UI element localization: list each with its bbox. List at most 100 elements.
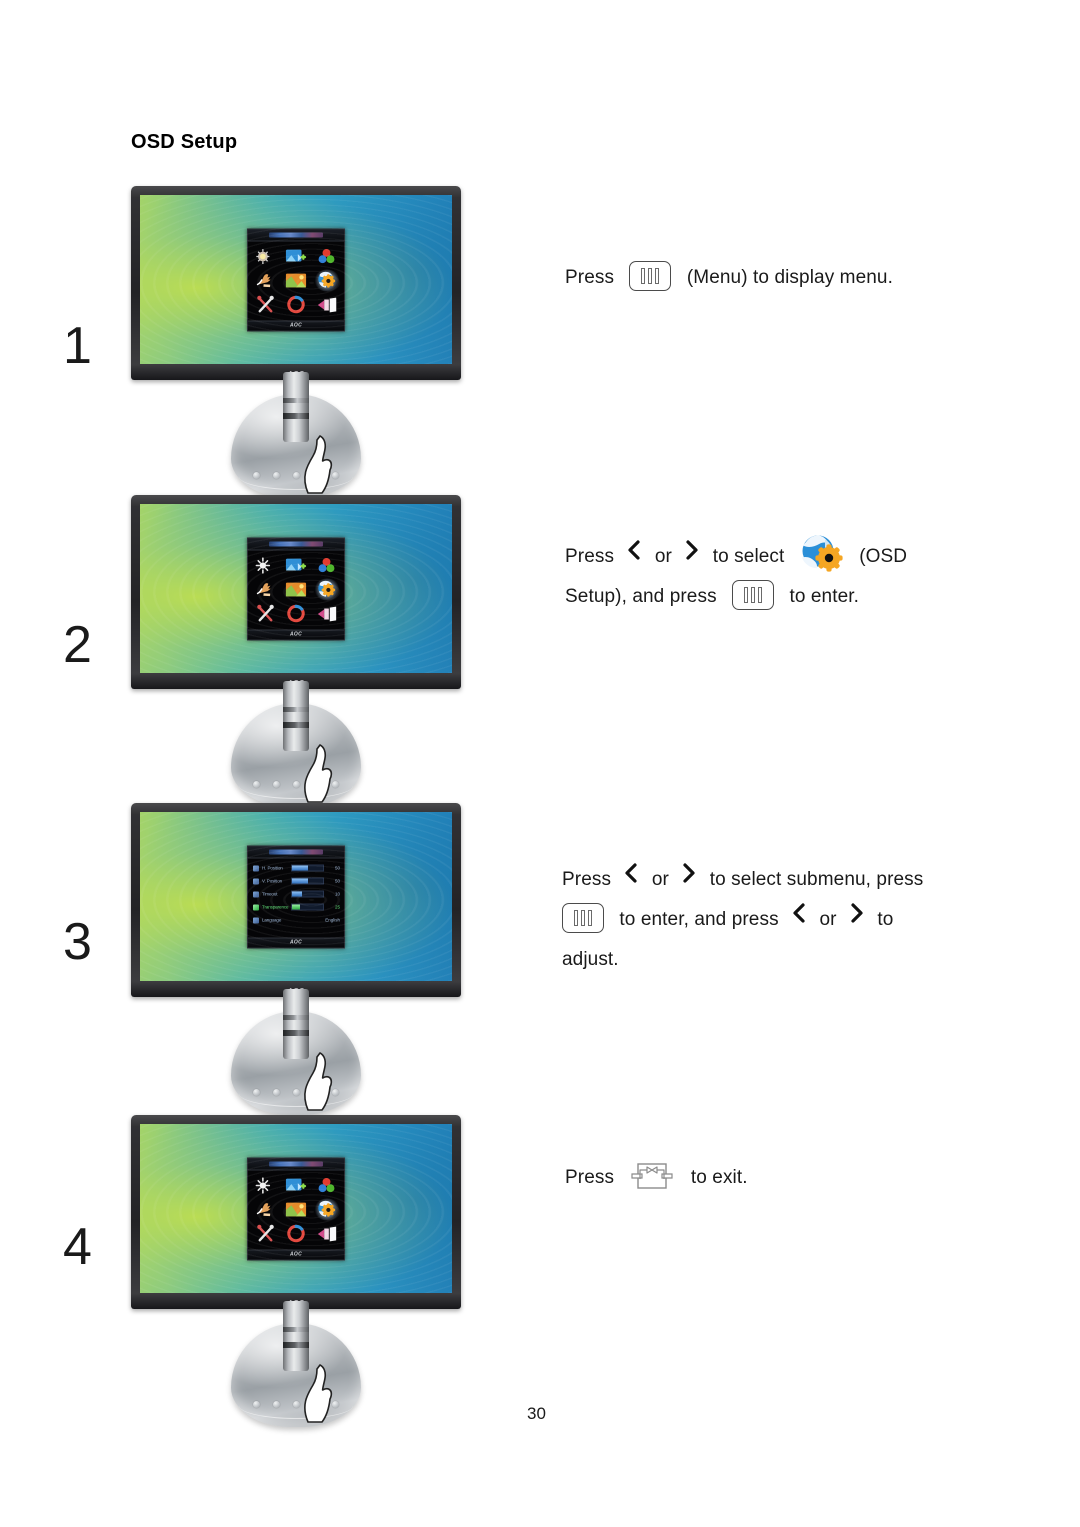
row-icon: [253, 878, 259, 884]
osd-cell-luminance[interactable]: [252, 1174, 278, 1196]
step-number-2: 2: [63, 616, 92, 674]
menu-key-icon[interactable]: [629, 260, 672, 291]
stand-button-2[interactable]: [272, 781, 280, 788]
monitor-bezel: H. Position 50 V. Position 50 Timeout 10…: [131, 803, 461, 997]
exit-icon: [317, 1226, 336, 1242]
extra-tools-icon: [257, 1225, 274, 1242]
step3-text-a: Press: [562, 869, 612, 891]
osd-cell-exit[interactable]: [314, 294, 340, 316]
osd-submenu-row[interactable]: Timeout 10: [253, 889, 340, 899]
chevron-right-icon[interactable]: [849, 899, 865, 939]
hand-pointer-illustration: [298, 743, 338, 810]
chevron-right-icon[interactable]: [684, 536, 700, 576]
osd-cell-exit[interactable]: [314, 1223, 340, 1245]
row-icon: [253, 904, 259, 910]
monitor-illustration-4: AOC AOC: [131, 1115, 461, 1427]
image-setup-icon: [285, 558, 307, 571]
chevron-left-icon[interactable]: [791, 899, 807, 939]
step-number-4: 4: [63, 1218, 92, 1276]
osd-cell-image-setup[interactable]: [283, 554, 309, 576]
row-value: 10: [334, 891, 340, 897]
osd-cell-reset[interactable]: [283, 1223, 309, 1245]
osd-cell-pip-setting[interactable]: [283, 578, 309, 600]
osd-submenu-row[interactable]: Language English: [253, 915, 340, 925]
step4-text-a: Press: [565, 1167, 615, 1188]
step2-or: or: [654, 546, 672, 568]
color-setup-icon: [318, 248, 335, 263]
osd-cell-pip-setting[interactable]: [283, 1198, 309, 1220]
chevron-right-icon[interactable]: [681, 859, 697, 899]
stand-button-1[interactable]: [253, 1401, 260, 1408]
osd-cell-luminance[interactable]: [252, 245, 278, 267]
osd-cell-osd-setup[interactable]: [313, 1198, 340, 1221]
hand-pointer-illustration: [298, 1363, 338, 1430]
osd-cell-luminance[interactable]: [252, 554, 278, 576]
row-slider[interactable]: [291, 877, 324, 885]
step3-or-1: or: [651, 869, 669, 891]
osd-cell-image-setup[interactable]: [283, 1174, 309, 1196]
exit-icon: [317, 606, 336, 622]
osd-cell-extra[interactable]: [252, 603, 278, 625]
hand-pointer-illustration: [298, 1051, 338, 1118]
stand-button-2[interactable]: [272, 1401, 280, 1408]
stand-button-1[interactable]: [253, 1089, 260, 1096]
reset-icon: [287, 605, 305, 623]
osd-title-bar: [248, 846, 344, 858]
osd-cell-exit[interactable]: [314, 603, 340, 625]
osd-footer-logo: AOC: [289, 939, 303, 945]
row-slider[interactable]: [291, 890, 324, 898]
stand-button-1[interactable]: [253, 472, 260, 479]
exit-key-icon[interactable]: [629, 1161, 675, 1191]
picture-boost-icon: [256, 274, 271, 288]
osd-main-menu: AOC: [247, 228, 345, 331]
image-setup-icon: [285, 249, 307, 262]
stand-neck: [283, 989, 309, 1059]
osd-cell-reset[interactable]: [283, 603, 309, 625]
step3-text-b: to select submenu, press: [709, 869, 924, 891]
osd-footer-logo: AOC: [289, 322, 303, 328]
menu-key-icon[interactable]: [562, 903, 604, 934]
osd-cell-extra[interactable]: [252, 1223, 278, 1245]
osd-main-menu: AOC: [247, 1157, 345, 1260]
osd-submenu-row[interactable]: V. Position 50: [253, 876, 340, 886]
row-slider[interactable]: [291, 903, 324, 911]
row-value: 50: [334, 865, 340, 871]
osd-cell-reset[interactable]: [283, 294, 309, 316]
step2-text-a: Press: [565, 546, 615, 568]
osd-cell-picture-boost[interactable]: [252, 578, 278, 600]
osd-cell-picture-boost[interactable]: [252, 269, 278, 291]
osd-cell-pip-setting[interactable]: [283, 269, 309, 291]
osd-submenu-row-selected[interactable]: Transparence 25: [253, 902, 340, 912]
osd-footer-logo: AOC: [289, 1251, 303, 1257]
osd-cell-picture-boost[interactable]: [252, 1198, 278, 1220]
row-slider[interactable]: [291, 917, 313, 924]
row-icon: [253, 865, 259, 871]
osd-footer: AOC: [248, 320, 344, 330]
osd-cell-osd-setup[interactable]: [313, 578, 340, 601]
row-slider[interactable]: [291, 864, 324, 872]
osd-cell-extra[interactable]: [252, 294, 278, 316]
stand-button-2[interactable]: [272, 472, 280, 479]
osd-setup-globe-gear-icon: [318, 580, 335, 597]
osd-main-menu: AOC: [247, 537, 345, 640]
osd-title-bar: [248, 538, 344, 550]
stand-button-2[interactable]: [272, 1089, 280, 1096]
osd-icon-grid: [248, 1170, 344, 1249]
stand-button-1[interactable]: [253, 781, 260, 788]
monitor-bezel: AOC AOC: [131, 495, 461, 689]
menu-key-icon[interactable]: [732, 580, 775, 610]
color-setup-icon: [318, 1177, 335, 1192]
osd-cell-color-setup[interactable]: [314, 245, 340, 267]
osd-cell-color-setup[interactable]: [314, 554, 340, 576]
step2-text-c: (OSD: [859, 546, 908, 568]
chevron-left-icon[interactable]: [626, 536, 642, 576]
chevron-left-icon[interactable]: [623, 859, 639, 899]
osd-cell-osd-setup[interactable]: [313, 269, 340, 292]
picture-in-picture-icon: [285, 1202, 307, 1217]
pointing-hand-icon: [304, 435, 333, 494]
step3-line2-a: to enter, and press: [619, 909, 779, 931]
row-label: Timeout: [262, 891, 278, 897]
osd-cell-color-setup[interactable]: [314, 1174, 340, 1196]
osd-cell-image-setup[interactable]: [283, 245, 309, 267]
osd-submenu-row[interactable]: H. Position 50: [253, 863, 340, 873]
